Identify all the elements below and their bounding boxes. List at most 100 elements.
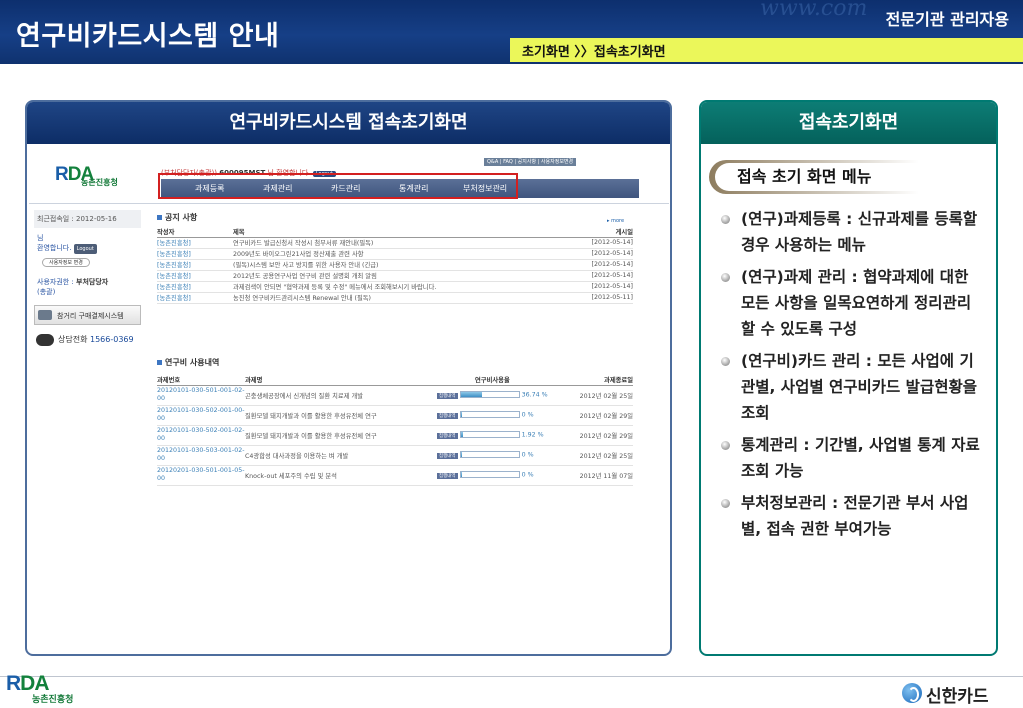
notice-subject[interactable]: (필독)시스템 보안 사고 방지를 위한 사용자 안내 (긴급) xyxy=(233,259,563,271)
call-center-number: 1566-0369 xyxy=(90,335,134,344)
usage-rate-cell: 집행내역 0 % xyxy=(437,405,567,426)
notice-subject[interactable]: 2012년도 공용연구사업 연구비 관련 설명회 개최 알림 xyxy=(233,270,563,282)
usage-percent: 0 % xyxy=(521,411,534,419)
project-name: 질환모델 돼지개발과 이를 활용한 후성유전체 연구 xyxy=(245,405,437,426)
usage-title-text: 연구비 사용내역 xyxy=(165,358,220,367)
detail-button[interactable]: 집행내역 xyxy=(437,432,458,439)
menu-description-text: 통계관리 : 기간별, 사업별 통계 자료 조회 가능 xyxy=(741,436,980,480)
project-end-date: 2012년 02월 29일 xyxy=(567,405,633,426)
footer-divider xyxy=(0,676,1023,677)
project-end-date: 2012년 02월 25일 xyxy=(567,385,633,406)
project-number[interactable]: 20120101-030-502-001-00-00 xyxy=(157,405,245,426)
footer-rda-logo: RDA 농촌진흥청 xyxy=(6,672,73,705)
menu-description-text: (연구)과제 관리 : 협약과제에 대한 모든 사항을 일목요연하게 정리관리 … xyxy=(741,268,972,338)
usage-progress-fill xyxy=(460,392,482,398)
user-permission: 사용자권한 : 부처담당자 (총괄) xyxy=(34,277,141,297)
usage-header-row: 과제번호 과제명 연구비사용율 과제종료일 xyxy=(157,374,633,386)
welcome-line-1: 님 xyxy=(37,234,44,242)
usage-row[interactable]: 20120101-030-503-001-02-00 C4광합성 대사과정을 이… xyxy=(157,445,633,466)
notice-row[interactable]: [농촌진흥청] 농진청 연구비카드관리시스템 Renewal 안내 (필독) [20… xyxy=(157,292,633,304)
notice-row[interactable]: [농촌진흥청] 2009년도 바이오그린21사업 정산제출 관련 사항 [2012-… xyxy=(157,248,633,260)
usage-progress-bar xyxy=(459,391,520,399)
notice-subject[interactable]: 과제검색이 안되면 "협약과제 등록 및 수정" 메뉴에서 조회해보시기 바랍니… xyxy=(233,281,563,293)
notice-author: [농촌진흥청] xyxy=(157,292,233,304)
notice-row[interactable]: [농촌진흥청] 2012년도 공용연구사업 연구비 관련 설명회 개최 알림 [20… xyxy=(157,270,633,282)
menu-description-item: (연구비)카드 관리 : 모든 사업에 기관별, 사업별 연구비카드 발급현황을… xyxy=(715,348,985,426)
usage-rate-cell: 집행내역 36.74 % xyxy=(437,385,567,406)
notice-title-text: 공지 사항 xyxy=(165,213,198,222)
usage-row[interactable]: 20120201-030-501-001-05-00 Knock-out 세포주… xyxy=(157,465,633,486)
usage-col-number: 과제번호 xyxy=(157,374,245,386)
detail-button[interactable]: 집행내역 xyxy=(437,452,458,459)
notice-author: [농촌진흥청] xyxy=(157,237,233,249)
usage-progress-fill xyxy=(460,432,463,438)
detail-button[interactable]: 집행내역 xyxy=(437,412,458,419)
notice-title: 공지 사항 xyxy=(157,212,197,223)
notice-date: [2012-05-14] xyxy=(563,281,633,293)
purchase-system-banner[interactable]: 참거리 구매결제시스템 xyxy=(34,305,141,325)
bullet-icon xyxy=(721,357,730,366)
usage-row[interactable]: 20120101-030-502-001-00-00 질환모델 돼지개발과 이를… xyxy=(157,405,633,426)
call-center-label: 상담전화 xyxy=(58,335,88,344)
project-number[interactable]: 20120101-030-502-001-02-00 xyxy=(157,425,245,446)
project-end-date: 2012년 02월 25일 xyxy=(567,445,633,466)
notice-row[interactable]: [농촌진흥청] 연구비카드 발급신청서 작성시 첨부서류 재안내(필독) [2012… xyxy=(157,237,633,249)
app-screenshot: RDA 농촌진흥청 (부처담당자(총괄)) 600095MST 님 환영합니다.… xyxy=(29,146,669,646)
notice-col-title: 제목 xyxy=(233,226,563,238)
square-bullet-icon xyxy=(157,215,162,220)
description-panel-title: 접속초기화면 xyxy=(701,102,996,144)
bullet-icon xyxy=(721,441,730,450)
notice-row[interactable]: [농촌진흥청] (필독)시스템 보안 사고 방지를 위한 사용자 안내 (긴급)[… xyxy=(157,259,633,271)
rda-logo-d: D xyxy=(67,164,82,185)
notice-date: [2012-05-14] xyxy=(563,270,633,282)
menu-description-item: (연구)과제등록 : 신규과제를 등록할 경우 사용하는 메뉴 xyxy=(715,206,985,258)
page-title: 연구비카드시스템 안내 xyxy=(16,21,280,52)
shinhan-emblem-icon xyxy=(902,683,922,703)
menu-tab-label: 접속 초기 화면 메뉴 xyxy=(715,163,969,191)
notice-table: 작성자 제목 게시일 [농촌진흥청] 연구비카드 발급신청서 작성시 첨부서류 재… xyxy=(157,226,633,304)
top-utility-links[interactable]: Q&A | FAQ | 공지사항 | 사용자정보변경 xyxy=(484,158,577,166)
shinhan-card-name: 신한카드 xyxy=(926,687,989,707)
project-number[interactable]: 20120101-030-503-001-02-00 xyxy=(157,445,245,466)
detail-button[interactable]: 집행내역 xyxy=(437,392,458,399)
notice-subject[interactable]: 2009년도 바이오그린21사업 정산제출 관련 사항 xyxy=(233,248,563,260)
app-sidebar: 최근접속일 : 2012-05-16 님 환영합니다. Logout 사용자정보… xyxy=(34,210,141,360)
project-end-date: 2012년 02월 29일 xyxy=(567,425,633,446)
usage-title: 연구비 사용내역 xyxy=(157,357,219,368)
project-name: C4광합성 대사과정을 이용하는 벼 개발 xyxy=(245,445,437,466)
screenshot-panel-title: 연구비카드시스템 접속초기화면 xyxy=(27,102,670,144)
last-login: 최근접속일 : 2012-05-16 xyxy=(34,210,141,228)
user-info-button[interactable]: 사용자정보 변경 xyxy=(42,258,90,267)
detail-button[interactable]: 집행내역 xyxy=(437,472,458,479)
sidebar-logout-button[interactable]: Logout xyxy=(73,244,97,254)
description-panel: 접속초기화면 접속 초기 화면 메뉴 (연구)과제등록 : 신규과제를 등록할 … xyxy=(699,100,998,656)
project-number[interactable]: 20120201-030-501-001-05-00 xyxy=(157,465,245,486)
project-number[interactable]: 20120101-030-501-001-02-00 xyxy=(157,385,245,406)
notice-subject[interactable]: 연구비카드 발급신청서 작성시 첨부서류 재안내(필독) xyxy=(233,237,563,249)
notice-date: [2012-05-14] xyxy=(563,237,633,249)
usage-percent: 0 % xyxy=(521,451,534,459)
project-name: 질환모델 돼지개발과 이를 활용한 후성유전체 연구 xyxy=(245,425,437,446)
notice-col-author: 작성자 xyxy=(157,226,233,238)
call-center: 상담전화 1566-0369 xyxy=(34,331,141,349)
notice-row[interactable]: [농촌진흥청] 과제검색이 안되면 "협약과제 등록 및 수정" 메뉴에서 조회해… xyxy=(157,281,633,293)
headset-icon xyxy=(36,334,54,346)
notice-author: [농촌진흥청] xyxy=(157,281,233,293)
usage-row[interactable]: 20120101-030-501-001-02-00 곤충생체공장에서 신개념의… xyxy=(157,385,633,406)
top-header: www.com 연구비카드시스템 안내 전문기관 관리자용 초기화면 〉〉접속초… xyxy=(0,0,1023,64)
notice-more-link[interactable]: ▸ more xyxy=(607,218,624,224)
header-watermark: www.com xyxy=(760,0,868,21)
breadcrumb-text: 초기화면 〉〉접속초기화면 xyxy=(522,45,666,60)
permission-label: 사용자권한 : xyxy=(37,278,74,286)
footer-rda-text: 농촌진흥청 xyxy=(32,695,74,705)
breadcrumb: 초기화면 〉〉접속초기화면 xyxy=(510,38,1023,62)
usage-progress-bar xyxy=(459,471,520,479)
usage-row[interactable]: 20120101-030-502-001-02-00 질환모델 돼지개발과 이를… xyxy=(157,425,633,446)
usage-progress-bar xyxy=(459,411,520,419)
notice-subject[interactable]: 농진청 연구비카드관리시스템 Renewal 안내 (필독) xyxy=(233,292,563,304)
menu-description-text: (연구비)카드 관리 : 모든 사업에 기관별, 사업별 연구비카드 발급현황을… xyxy=(741,352,977,422)
notice-col-date: 게시일 xyxy=(563,226,633,238)
usage-rate-cell: 집행내역 0 % xyxy=(437,445,567,466)
project-end-date: 2012년 11월 07일 xyxy=(567,465,633,486)
menu-description-list: (연구)과제등록 : 신규과제를 등록할 경우 사용하는 메뉴 (연구)과제 관… xyxy=(715,206,985,548)
